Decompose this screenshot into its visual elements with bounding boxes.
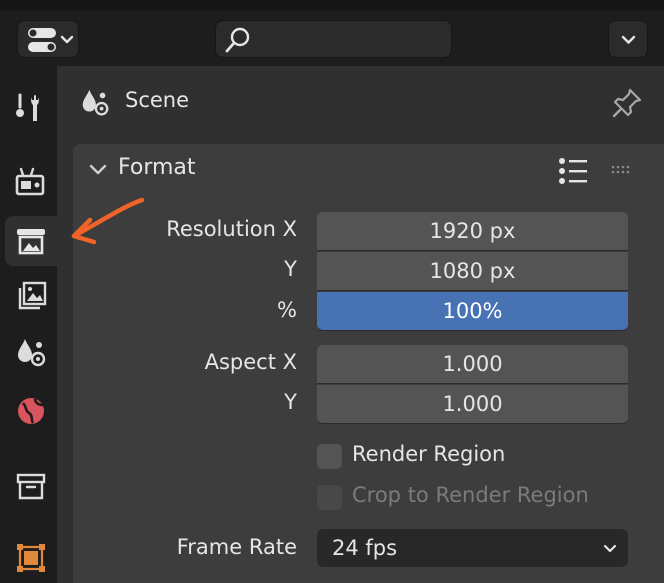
tab-output[interactable] bbox=[5, 216, 57, 266]
properties-header bbox=[0, 0, 664, 66]
crop-to-render-region-label: Crop to Render Region bbox=[352, 483, 589, 507]
tab-scene[interactable] bbox=[5, 328, 57, 378]
world-icon bbox=[18, 398, 44, 424]
tab-collection[interactable] bbox=[5, 461, 57, 511]
render-region-label[interactable]: Render Region bbox=[352, 442, 505, 466]
render-region-checkbox[interactable] bbox=[317, 444, 342, 469]
render-icon bbox=[15, 167, 45, 196]
top-strip bbox=[0, 0, 664, 10]
aspect-y-field[interactable]: 1.000 bbox=[317, 385, 628, 424]
annotation-arrow-icon bbox=[71, 197, 145, 245]
context-header: Scene bbox=[78, 80, 648, 124]
crop-to-render-region-checkbox[interactable] bbox=[317, 485, 342, 510]
options-dropdown-button[interactable] bbox=[608, 20, 648, 58]
format-panel-title[interactable]: Format bbox=[118, 155, 196, 180]
view-layer-icon bbox=[18, 281, 47, 310]
resolution-y-label: Y bbox=[284, 257, 297, 281]
aspect-y-label: Y bbox=[284, 390, 297, 414]
object-icon bbox=[17, 544, 45, 572]
collection-icon bbox=[16, 473, 46, 500]
tab-object[interactable] bbox=[5, 533, 57, 583]
scene-icon bbox=[82, 89, 109, 116]
frame-rate-value: 24 fps bbox=[332, 536, 398, 560]
presets-list-icon[interactable] bbox=[556, 155, 590, 187]
tab-view-layer[interactable] bbox=[5, 272, 57, 322]
resolution-y-field[interactable]: 1080 px bbox=[317, 252, 628, 291]
context-title: Scene bbox=[125, 88, 190, 112]
tab-render[interactable] bbox=[5, 157, 57, 207]
chevron-down-icon bbox=[603, 544, 617, 553]
drag-handle-icon[interactable] bbox=[610, 163, 634, 177]
frame-rate-dropdown[interactable]: 24 fps bbox=[317, 529, 628, 567]
frame-rate-label: Frame Rate bbox=[176, 535, 297, 559]
output-icon bbox=[17, 229, 45, 255]
pin-icon[interactable] bbox=[610, 86, 644, 120]
aspect-x-field[interactable]: 1.000 bbox=[317, 345, 628, 384]
tab-tool[interactable] bbox=[5, 84, 57, 134]
search-input[interactable] bbox=[215, 20, 452, 58]
editor-type-icon bbox=[28, 28, 74, 52]
resolution-percent-slider[interactable]: 100% bbox=[317, 292, 628, 331]
search-icon bbox=[225, 27, 250, 53]
tool-icon bbox=[16, 93, 39, 121]
aspect-x-label: Aspect X bbox=[204, 350, 297, 374]
resolution-x-label: Resolution X bbox=[166, 217, 297, 241]
chevron-down-icon bbox=[621, 35, 636, 44]
tab-world[interactable] bbox=[5, 386, 57, 436]
resolution-x-field[interactable]: 1920 px bbox=[317, 212, 628, 251]
chevron-down-icon[interactable] bbox=[86, 158, 110, 182]
editor-type-button[interactable] bbox=[17, 20, 79, 58]
scene-icon bbox=[18, 339, 46, 367]
properties-tab-bar bbox=[0, 66, 57, 583]
resolution-percent-label: % bbox=[277, 298, 297, 322]
